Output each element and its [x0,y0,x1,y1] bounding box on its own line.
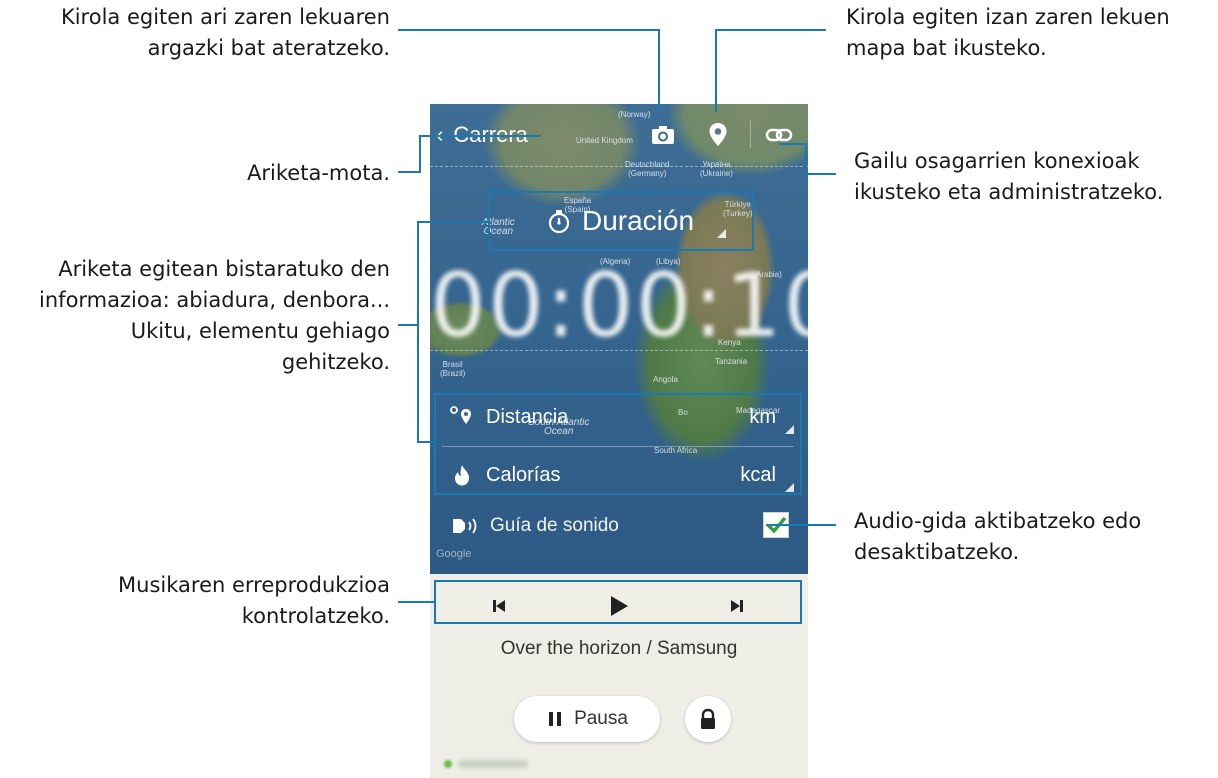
duration-label: Duración [581,205,695,236]
audio-guide-label: Guía de sonido [490,515,619,536]
callout-info-line4: gehitzeko. [281,350,390,374]
lock-button[interactable] [685,696,731,742]
play-icon[interactable] [605,593,631,619]
callout-audio-line1: Audio-gida aktibatzeko edo [854,509,1142,533]
phone-screen: (Norway) United Kingdom Deutschland (Ger… [430,104,808,778]
callout-exercise-type: Ariketa-mota. [247,161,390,185]
map-label: Brasil (Brazil) [440,360,466,378]
map-label: (Norway) [618,110,651,119]
callout-line-map [715,29,826,112]
callout-map-line1: Kirola egiten izan zaren lekuen [846,5,1170,29]
callout-photo-line2: argazki bat ateratzeko. [147,36,390,60]
callout-accessories-line1: Gailu osagarrien konexioak [854,149,1140,173]
callout-photo-line1: Kirola egiten ari zaren lekuaren [60,5,390,29]
skip-next-icon[interactable] [726,595,748,617]
link-icon[interactable] [764,120,794,150]
elapsed-timer: 00:00:10 [430,254,808,357]
distance-label: Distancia [486,405,569,428]
track-title: Over the horizon / Samsung [500,638,738,659]
callout-music-line1: Musikaren erreprodukzioa [118,573,390,597]
map-label: Deutschland (Germany) [625,160,670,178]
stat-corner-icon [785,425,794,434]
callout-photo: Kirola egiten ari zaren lekuaren argazki… [0,2,390,64]
callout-info-line3: Ukitu, elementu gehiago [130,319,390,343]
stat-row-calories[interactable]: Calorías kcal [436,446,798,504]
distance-pin-icon [450,406,471,424]
callout-info: Ariketa egitean bistaratuko den informaz… [0,254,390,378]
pause-icon [549,712,562,726]
skip-previous-icon[interactable] [488,595,510,617]
callout-accessories-line2: ikusteko eta administratzeko. [854,180,1164,204]
calories-unit: kcal [740,463,776,486]
speaker-icon [453,518,477,534]
audio-guide-row[interactable]: Guía de sonido [430,504,808,548]
map-label: Angola [653,375,678,384]
stat-corner-icon [785,483,794,492]
callout-info-line1: Ariketa egitean bistaratuko den [58,257,390,281]
callout-audio-line2: desaktibatzeko. [854,540,1020,564]
flame-icon [455,465,469,486]
map-pin-icon[interactable] [703,120,733,150]
map-label: Україна (Ukraine) [700,160,733,178]
calories-label: Calorías [486,463,561,486]
exercise-type-title: Carrera [453,122,528,147]
status-indicator-icon [444,760,452,768]
pause-button[interactable]: Pausa [514,696,660,742]
callout-info-line2: informazioa: abiadura, denbora... [39,288,390,312]
back-button[interactable]: ‹ Carrera [436,120,528,150]
callout-map: Kirola egiten izan zaren lekuen mapa bat… [846,2,1218,64]
map-label: United Kingdom [576,136,633,145]
music-player-controls [440,586,796,626]
duration-selector[interactable]: Duración [490,192,750,250]
callout-audio-guide: Audio-gida aktibatzeko edo desaktibatzek… [854,506,1218,568]
map-label: Tanzania [715,357,748,366]
map-dashed-line [430,166,808,167]
callout-line-photo [398,29,660,112]
distance-unit: km [749,405,776,428]
google-logo: Google [436,548,472,560]
chevron-left-icon: ‹ [436,122,444,147]
callout-music: Musikaren erreprodukzioa kontrolatzeko. [0,570,390,632]
callout-map-line2: mapa bat ikusteko. [846,36,1047,60]
toolbar-divider [750,120,751,148]
stat-row-distance[interactable]: Distancia km [436,388,798,446]
lock-icon [701,708,715,729]
stopwatch-icon [548,210,570,234]
audio-guide-checkbox[interactable] [763,512,789,538]
music-panel: Over the horizon / Samsung Pausa [430,574,808,778]
pause-label: Pausa [574,708,628,729]
status-text-blurred [458,760,528,768]
checkmark-icon [766,516,787,534]
dropdown-corner-icon [717,229,726,238]
callout-accessories: Gailu osagarrien konexioak ikusteko eta … [854,146,1218,208]
camera-icon[interactable] [648,120,678,150]
callout-music-line2: kontrolatzeko. [241,604,390,628]
